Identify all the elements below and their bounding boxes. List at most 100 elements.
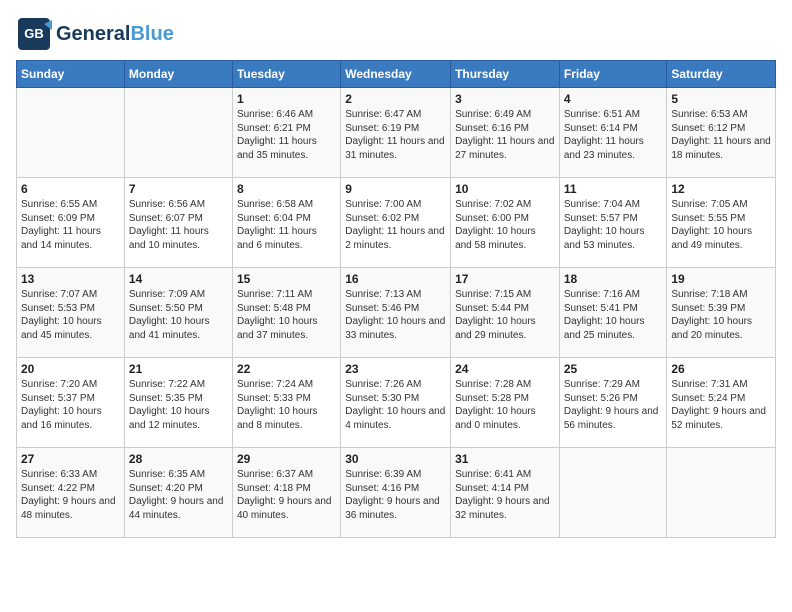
day-info: Sunrise: 7:29 AMSunset: 5:26 PMDaylight:…	[564, 378, 663, 432]
calendar-cell: 1Sunrise: 6:46 AMSunset: 6:21 PMDaylight…	[232, 88, 340, 178]
calendar-cell: 13 Sunrise: 7:07 AMSunset: 5:53 PMDayligh…	[17, 268, 125, 358]
day-info: Sunrise: 7:05 AMSunset: 5:55 PMDaylight:…	[671, 198, 771, 252]
day-number: 29	[237, 452, 336, 466]
day-info: Sunrise: 7:22 AMSunset: 5:35 PMDaylight:…	[129, 378, 228, 432]
day-number: 8	[237, 182, 336, 196]
calendar-cell: 25 Sunrise: 7:29 AMSunset: 5:26 PMDayligh…	[559, 358, 667, 448]
calendar-cell: 22 Sunrise: 7:24 AMSunset: 5:33 PMDayligh…	[232, 358, 340, 448]
day-number: 12	[671, 182, 771, 196]
day-number: 2	[345, 92, 446, 106]
day-info: Sunrise: 7:00 AMSunset: 6:02 PMDaylight:…	[345, 198, 446, 252]
day-info: Sunrise: 6:56 AMSunset: 6:07 PMDaylight:…	[129, 198, 228, 252]
day-info: Sunrise: 6:58 AMSunset: 6:04 PMDaylight:…	[237, 198, 336, 252]
logo-general: GeneralBlue	[56, 23, 174, 45]
day-number: 7	[129, 182, 228, 196]
col-tuesday: Tuesday	[232, 61, 340, 88]
calendar-cell: 26Sunrise: 7:31 AMSunset: 5:24 PMDayligh…	[667, 358, 776, 448]
calendar-header: Sunday Monday Tuesday Wednesday Thursday…	[17, 61, 776, 88]
day-info: Sunrise: 7:09 AMSunset: 5:50 PMDaylight:…	[129, 288, 228, 342]
calendar-cell: 6 Sunrise: 6:55 AMSunset: 6:09 PMDaylight…	[17, 178, 125, 268]
day-info: Sunrise: 6:33 AMSunset: 4:22 PMDaylight:…	[21, 468, 120, 522]
day-info: Sunrise: 7:15 AMSunset: 5:44 PMDaylight:…	[455, 288, 555, 342]
day-number: 30	[345, 452, 446, 466]
week-row-5: 27 Sunrise: 6:33 AMSunset: 4:22 PMDayligh…	[17, 448, 776, 538]
day-info: Sunrise: 6:41 AMSunset: 4:14 PMDaylight:…	[455, 468, 555, 522]
day-info: Sunrise: 6:47 AMSunset: 6:19 PMDaylight:…	[345, 108, 446, 162]
col-thursday: Thursday	[451, 61, 560, 88]
day-number: 31	[455, 452, 555, 466]
day-number: 11	[564, 182, 663, 196]
calendar-cell: 8 Sunrise: 6:58 AMSunset: 6:04 PMDaylight…	[232, 178, 340, 268]
day-number: 5	[671, 92, 771, 106]
day-info: Sunrise: 6:35 AMSunset: 4:20 PMDaylight:…	[129, 468, 228, 522]
day-info: Sunrise: 7:24 AMSunset: 5:33 PMDaylight:…	[237, 378, 336, 432]
day-number: 26	[671, 362, 771, 376]
calendar-cell	[559, 448, 667, 538]
calendar-cell: 18 Sunrise: 7:16 AMSunset: 5:41 PMDayligh…	[559, 268, 667, 358]
day-number: 23	[345, 362, 446, 376]
day-number: 10	[455, 182, 555, 196]
calendar-cell: 9 Sunrise: 7:00 AMSunset: 6:02 PMDaylight…	[341, 178, 451, 268]
svg-text:GB: GB	[24, 26, 44, 41]
calendar-cell	[667, 448, 776, 538]
day-number: 20	[21, 362, 120, 376]
logo-blue: Blue	[130, 23, 173, 45]
day-number: 21	[129, 362, 228, 376]
calendar-table: Sunday Monday Tuesday Wednesday Thursday…	[16, 60, 776, 538]
day-info: Sunrise: 7:13 AMSunset: 5:46 PMDaylight:…	[345, 288, 446, 342]
week-row-2: 6 Sunrise: 6:55 AMSunset: 6:09 PMDaylight…	[17, 178, 776, 268]
calendar-cell: 4Sunrise: 6:51 AMSunset: 6:14 PMDaylight…	[559, 88, 667, 178]
calendar-body: 1Sunrise: 6:46 AMSunset: 6:21 PMDaylight…	[17, 88, 776, 538]
day-number: 22	[237, 362, 336, 376]
calendar-cell: 14Sunrise: 7:09 AMSunset: 5:50 PMDayligh…	[124, 268, 232, 358]
calendar-cell: 15 Sunrise: 7:11 AMSunset: 5:48 PMDayligh…	[232, 268, 340, 358]
week-row-3: 13 Sunrise: 7:07 AMSunset: 5:53 PMDayligh…	[17, 268, 776, 358]
day-number: 25	[564, 362, 663, 376]
day-info: Sunrise: 6:51 AMSunset: 6:14 PMDaylight:…	[564, 108, 663, 162]
calendar-cell: 17Sunrise: 7:15 AMSunset: 5:44 PMDayligh…	[451, 268, 560, 358]
calendar-cell: 11 Sunrise: 7:04 AMSunset: 5:57 PMDayligh…	[559, 178, 667, 268]
day-number: 13	[21, 272, 120, 286]
calendar-cell: 19 Sunrise: 7:18 AMSunset: 5:39 PMDayligh…	[667, 268, 776, 358]
day-info: Sunrise: 7:07 AMSunset: 5:53 PMDaylight:…	[21, 288, 120, 342]
day-number: 3	[455, 92, 555, 106]
week-row-1: 1Sunrise: 6:46 AMSunset: 6:21 PMDaylight…	[17, 88, 776, 178]
day-number: 19	[671, 272, 771, 286]
day-number: 15	[237, 272, 336, 286]
week-row-4: 20 Sunrise: 7:20 AMSunset: 5:37 PMDayligh…	[17, 358, 776, 448]
day-number: 6	[21, 182, 120, 196]
header-row: Sunday Monday Tuesday Wednesday Thursday…	[17, 61, 776, 88]
logo: GB GeneralBlue	[16, 16, 174, 52]
day-info: Sunrise: 6:55 AMSunset: 6:09 PMDaylight:…	[21, 198, 120, 252]
calendar-cell: 29 Sunrise: 6:37 AMSunset: 4:18 PMDayligh…	[232, 448, 340, 538]
day-info: Sunrise: 7:11 AMSunset: 5:48 PMDaylight:…	[237, 288, 336, 342]
day-number: 16	[345, 272, 446, 286]
col-saturday: Saturday	[667, 61, 776, 88]
day-info: Sunrise: 7:20 AMSunset: 5:37 PMDaylight:…	[21, 378, 120, 432]
calendar-cell: 20 Sunrise: 7:20 AMSunset: 5:37 PMDayligh…	[17, 358, 125, 448]
day-number: 18	[564, 272, 663, 286]
calendar-cell: 3 Sunrise: 6:49 AMSunset: 6:16 PMDaylight…	[451, 88, 560, 178]
calendar-cell: 31 Sunrise: 6:41 AMSunset: 4:14 PMDayligh…	[451, 448, 560, 538]
calendar-cell: 7 Sunrise: 6:56 AMSunset: 6:07 PMDaylight…	[124, 178, 232, 268]
day-info: Sunrise: 7:26 AMSunset: 5:30 PMDaylight:…	[345, 378, 446, 432]
calendar-cell: 5Sunrise: 6:53 AMSunset: 6:12 PMDaylight…	[667, 88, 776, 178]
logo-icon: GB	[16, 16, 52, 52]
day-info: Sunrise: 7:02 AMSunset: 6:00 PMDaylight:…	[455, 198, 555, 252]
day-info: Sunrise: 7:18 AMSunset: 5:39 PMDaylight:…	[671, 288, 771, 342]
day-number: 24	[455, 362, 555, 376]
day-number: 9	[345, 182, 446, 196]
calendar-cell: 2 Sunrise: 6:47 AMSunset: 6:19 PMDaylight…	[341, 88, 451, 178]
calendar-cell: 21 Sunrise: 7:22 AMSunset: 5:35 PMDayligh…	[124, 358, 232, 448]
day-info: Sunrise: 7:28 AMSunset: 5:28 PMDaylight:…	[455, 378, 555, 432]
day-info: Sunrise: 6:37 AMSunset: 4:18 PMDaylight:…	[237, 468, 336, 522]
calendar-cell: 23 Sunrise: 7:26 AMSunset: 5:30 PMDayligh…	[341, 358, 451, 448]
day-info: Sunrise: 7:04 AMSunset: 5:57 PMDaylight:…	[564, 198, 663, 252]
calendar-cell: 16 Sunrise: 7:13 AMSunset: 5:46 PMDayligh…	[341, 268, 451, 358]
day-info: Sunrise: 6:49 AMSunset: 6:16 PMDaylight:…	[455, 108, 555, 162]
day-info: Sunrise: 7:16 AMSunset: 5:41 PMDaylight:…	[564, 288, 663, 342]
calendar-cell: 27 Sunrise: 6:33 AMSunset: 4:22 PMDayligh…	[17, 448, 125, 538]
day-number: 27	[21, 452, 120, 466]
day-info: Sunrise: 6:46 AMSunset: 6:21 PMDaylight:…	[237, 108, 336, 162]
col-wednesday: Wednesday	[341, 61, 451, 88]
